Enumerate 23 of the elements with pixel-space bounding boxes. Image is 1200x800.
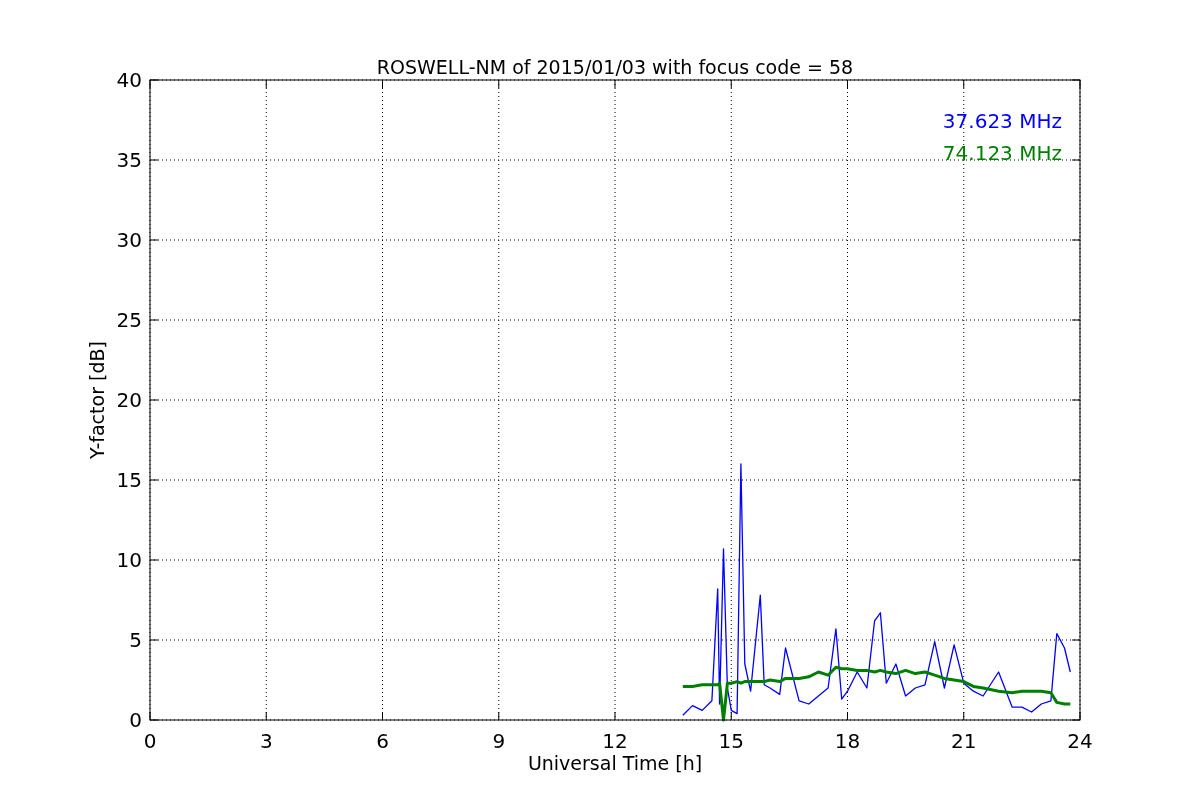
legend-label: 74.123 MHz	[942, 141, 1062, 165]
y-tick-label: 15	[116, 468, 142, 492]
x-tick-label: 24	[1067, 729, 1093, 753]
chart-title: ROSWELL-NM of 2015/01/03 with focus code = 58	[376, 56, 854, 78]
y-tick-label: 40	[116, 68, 142, 92]
y-tick-label: 25	[116, 308, 142, 332]
y-tick-label: 30	[116, 228, 142, 252]
x-tick-label: 12	[602, 729, 628, 753]
legend-label: 37.623 MHz	[942, 109, 1062, 133]
y-tick-label: 0	[129, 708, 142, 732]
y-tick-label: 5	[129, 628, 142, 652]
x-tick-label: 0	[143, 729, 157, 753]
y-tick-label: 10	[116, 548, 142, 572]
x-tick-label: 9	[492, 729, 506, 753]
y-tick-label: 20	[116, 388, 142, 412]
x-tick-label: 6	[376, 729, 389, 753]
y-tick-label: 35	[116, 148, 142, 172]
x-tick-label: 3	[259, 729, 273, 753]
y-axis-title: Y-factor [dB]	[86, 341, 108, 459]
x-tick-label: 21	[951, 729, 977, 753]
x-axis-title: Universal Time [h]	[527, 752, 703, 774]
x-tick-label: 18	[834, 729, 861, 753]
x-tick-label: 15	[718, 729, 744, 753]
